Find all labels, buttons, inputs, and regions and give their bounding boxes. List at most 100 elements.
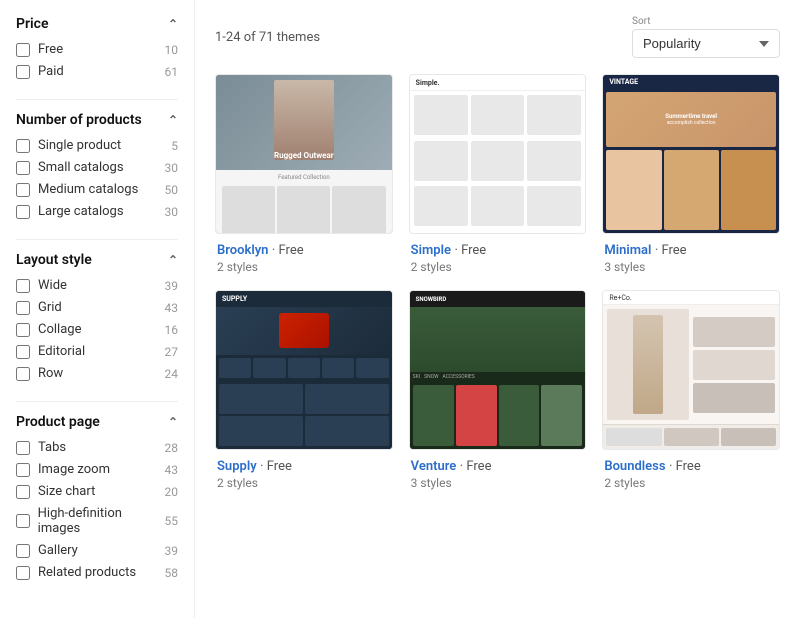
simple-prod-9 [527, 186, 581, 226]
single-label[interactable]: Single product [38, 138, 121, 153]
collage-checkbox[interactable] [16, 323, 30, 337]
free-checkbox[interactable] [16, 43, 30, 57]
theme-card-simple[interactable]: Simple. S [409, 74, 587, 274]
size-chart-checkbox[interactable] [16, 485, 30, 499]
supply-prod-4 [305, 416, 389, 446]
wide-checkbox[interactable] [16, 279, 30, 293]
boundless-footer-2 [664, 428, 719, 446]
theme-card-boundless[interactable]: Re+Co. [602, 290, 780, 490]
related-checkbox[interactable] [16, 566, 30, 580]
num-products-filter-section: Number of products ⌃ Single product 5 Sm… [16, 112, 178, 219]
supply-prod-2 [305, 384, 389, 414]
sort-select[interactable]: Popularity Newest Price: Low to High Pri… [632, 29, 780, 58]
grid-label[interactable]: Grid [38, 300, 62, 315]
theme-card-venture[interactable]: SNOWBIRD ADVENTURE THIS WAY SKI SNOW ACC… [409, 290, 587, 490]
paid-count: 61 [165, 65, 179, 79]
result-count: 1-24 of 71 themes [215, 30, 320, 45]
gallery-label[interactable]: Gallery [38, 543, 78, 558]
large-label[interactable]: Large catalogs [38, 204, 124, 219]
supply-product-grid [216, 381, 392, 449]
minimal-hero-sub: accomplish collection [665, 120, 717, 126]
supply-thumb-4 [322, 358, 354, 378]
free-label[interactable]: Free [38, 42, 63, 57]
gallery-checkbox[interactable] [16, 544, 30, 558]
supply-info: Supply · Free 2 styles [215, 458, 393, 490]
medium-checkbox[interactable] [16, 183, 30, 197]
small-label[interactable]: Small catalogs [38, 160, 124, 175]
divider-3 [16, 401, 178, 402]
filter-item-collage: Collage 16 [16, 322, 178, 337]
high-def-checkbox[interactable] [16, 514, 30, 528]
editorial-label[interactable]: Editorial [38, 344, 85, 359]
collage-label[interactable]: Collage [38, 322, 81, 337]
brooklyn-thumbnail: Rugged Outwear Featured Collection [215, 74, 393, 234]
row-count: 24 [165, 367, 179, 381]
simple-prod-5 [471, 141, 525, 181]
large-count: 30 [165, 205, 179, 219]
small-count: 30 [165, 161, 179, 175]
supply-prod-3 [219, 416, 303, 446]
venture-name[interactable]: Venture [411, 459, 457, 474]
medium-label[interactable]: Medium catalogs [38, 182, 138, 197]
wide-count: 39 [165, 279, 179, 293]
simple-name[interactable]: Simple [411, 243, 451, 258]
simple-logo: Simple. [416, 79, 440, 87]
theme-card-brooklyn[interactable]: Rugged Outwear Featured Collection [215, 74, 393, 274]
simple-product-grid [410, 91, 586, 233]
single-checkbox[interactable] [16, 139, 30, 153]
minimal-prod-3 [721, 150, 776, 230]
theme-card-supply[interactable]: SUPPLY [215, 290, 393, 490]
venture-hero: ADVENTURE THIS WAY [410, 307, 586, 372]
tabs-count: 28 [165, 441, 179, 455]
venture-prod-1 [413, 385, 454, 446]
supply-price-sep: · [260, 459, 267, 474]
brooklyn-price: Free [279, 243, 304, 258]
filter-item-single: Single product 5 [16, 138, 178, 153]
simple-styles: 2 styles [411, 260, 585, 274]
related-label[interactable]: Related products [38, 565, 136, 580]
supply-prod-1 [219, 384, 303, 414]
boundless-content [603, 305, 779, 424]
paid-checkbox[interactable] [16, 65, 30, 79]
price-filter-label: Price [16, 16, 49, 32]
venture-bg [410, 307, 586, 372]
boundless-price: Free [676, 459, 701, 474]
theme-card-minimal[interactable]: VINTAGE Summertime travel accomplish col… [602, 74, 780, 274]
paid-label[interactable]: Paid [38, 64, 64, 79]
num-products-filter-header: Number of products ⌃ [16, 112, 178, 128]
boundless-thumbnail: Re+Co. [602, 290, 780, 450]
boundless-name[interactable]: Boundless [604, 459, 665, 474]
boundless-footer [603, 424, 779, 449]
brooklyn-name[interactable]: Brooklyn [217, 243, 268, 258]
minimal-content: Summertime travel accomplish collection [603, 89, 779, 233]
size-chart-label[interactable]: Size chart [38, 484, 95, 499]
brooklyn-prod-2 [277, 186, 330, 234]
product-page-chevron-icon: ⌃ [168, 415, 178, 429]
minimal-hero-banner: Summertime travel accomplish collection [606, 92, 776, 147]
brooklyn-product-row [220, 184, 388, 234]
row-checkbox[interactable] [16, 367, 30, 381]
venture-name-price: Venture · Free [411, 458, 585, 474]
simple-prod-7 [414, 186, 468, 226]
large-checkbox[interactable] [16, 205, 30, 219]
image-zoom-checkbox[interactable] [16, 463, 30, 477]
row-label[interactable]: Row [38, 366, 63, 381]
high-def-label[interactable]: High-definition images [38, 506, 165, 536]
small-checkbox[interactable] [16, 161, 30, 175]
supply-name[interactable]: Supply [217, 459, 257, 474]
venture-thumbnail: SNOWBIRD ADVENTURE THIS WAY SKI SNOW ACC… [409, 290, 587, 450]
image-zoom-label[interactable]: Image zoom [38, 462, 110, 477]
product-page-filter-label: Product page [16, 414, 100, 430]
num-products-filter-label: Number of products [16, 112, 142, 128]
tabs-label[interactable]: Tabs [38, 440, 66, 455]
main-content: 1-24 of 71 themes Sort Popularity Newest… [195, 0, 800, 618]
venture-nav-ski: SKI [413, 374, 420, 380]
simple-prod-8 [471, 186, 525, 226]
tabs-checkbox[interactable] [16, 441, 30, 455]
wide-label[interactable]: Wide [38, 278, 67, 293]
editorial-checkbox[interactable] [16, 345, 30, 359]
minimal-hero-copy: Summertime travel accomplish collection [665, 113, 717, 126]
minimal-name[interactable]: Minimal [604, 243, 651, 258]
grid-checkbox[interactable] [16, 301, 30, 315]
supply-brand: SUPPLY [222, 295, 247, 303]
